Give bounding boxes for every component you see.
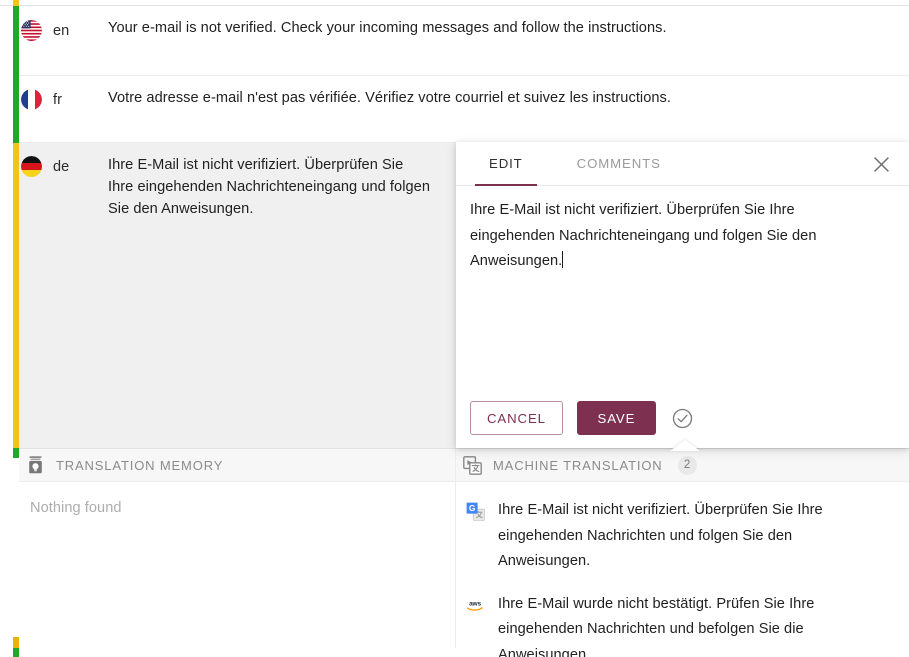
close-icon[interactable]	[867, 150, 895, 178]
google-translate-icon: G	[465, 501, 485, 521]
machine-translation-item-aws[interactable]: aws Ihre E-Mail wurde nicht bestätigt. P…	[456, 582, 909, 657]
machine-translation-list: G Ihre E-Mail ist nicht verifiziert. Übe…	[456, 482, 909, 657]
save-button[interactable]: SAVE	[577, 401, 656, 435]
segment-language-fr: fr	[19, 76, 108, 110]
translation-memory-title: TRANSLATION MEMORY	[56, 458, 223, 473]
machine-translation-header: MACHINE TRANSLATION 2	[456, 449, 909, 482]
segment-language-code: de	[53, 159, 69, 175]
translation-edit-input[interactable]: Ihre E-Mail ist nicht verifiziert. Überp…	[470, 198, 870, 275]
translate-icon	[462, 455, 482, 475]
edit-panel-body: Ihre E-Mail ist nicht verifiziert. Überp…	[456, 186, 909, 448]
flag-us-icon	[21, 20, 42, 41]
svg-text:G: G	[468, 502, 475, 512]
machine-translation-text: Ihre E-Mail ist nicht verifiziert. Überp…	[498, 498, 850, 575]
segment-language-de: de	[19, 143, 108, 177]
check-circle-icon[interactable]	[672, 407, 694, 429]
edit-panel-pointer	[670, 440, 700, 451]
aws-translate-icon: aws	[465, 595, 485, 615]
svg-text:aws: aws	[469, 600, 481, 607]
machine-translation-text: Ihre E-Mail wurde nicht bestätigt. Prüfe…	[498, 592, 850, 657]
translation-memory-header: TRANSLATION MEMORY	[19, 449, 455, 482]
segment-language-code: fr	[53, 92, 62, 108]
translation-edit-text: Ihre E-Mail ist nicht verifiziert. Überp…	[470, 202, 820, 269]
segment-text-fr[interactable]: Votre adresse e-mail n'est pas vérifiée.…	[108, 76, 909, 109]
segment-row-en[interactable]: en Your e-mail is not verified. Check yo…	[19, 6, 909, 76]
machine-translation-item-google[interactable]: G Ihre E-Mail ist nicht verifiziert. Übe…	[456, 488, 909, 582]
segment-text-de[interactable]: Ihre E-Mail ist nicht verifiziert. Überp…	[108, 143, 450, 220]
translation-editor-app: en Your e-mail is not verified. Check yo…	[0, 0, 909, 657]
segment-language-en: en	[19, 6, 108, 41]
edit-panel-tabs: EDIT COMMENTS	[456, 142, 909, 186]
segment-language-code: en	[53, 23, 69, 39]
translation-memory-panel: TRANSLATION MEMORY Nothing found	[19, 449, 456, 648]
segment-text-en[interactable]: Your e-mail is not verified. Check your …	[108, 6, 909, 39]
status-rail-green-bottom	[13, 648, 19, 657]
memory-database-icon	[25, 455, 45, 475]
machine-translation-panel: MACHINE TRANSLATION 2 G Ihre E-Mail ist …	[456, 449, 909, 648]
segment-row-fr[interactable]: fr Votre adresse e-mail n'est pas vérifi…	[19, 76, 909, 143]
edit-panel: EDIT COMMENTS Ihre E-Mail ist nicht veri…	[456, 142, 909, 448]
text-caret	[562, 251, 563, 268]
tab-comments[interactable]: COMMENTS	[563, 142, 675, 185]
edit-panel-actions: CANCEL SAVE	[470, 401, 694, 435]
machine-translation-count-badge: 2	[678, 456, 697, 475]
flag-fr-icon	[21, 89, 42, 110]
resources-panel: TRANSLATION MEMORY Nothing found MACHINE…	[19, 448, 909, 648]
machine-translation-title: MACHINE TRANSLATION	[493, 458, 663, 473]
translation-memory-empty-state: Nothing found	[19, 482, 455, 516]
flag-de-icon	[21, 156, 42, 177]
cancel-button[interactable]: CANCEL	[470, 401, 563, 435]
tab-edit[interactable]: EDIT	[475, 142, 537, 185]
